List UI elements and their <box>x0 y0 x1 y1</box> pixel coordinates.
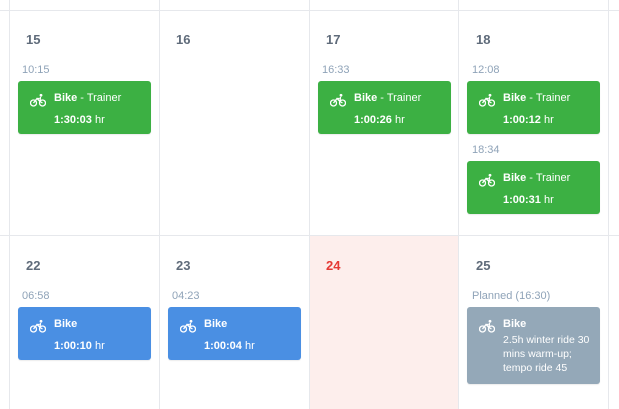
workout-type: Bike <box>503 318 527 330</box>
bike-icon <box>30 93 46 107</box>
workout-duration: 1:00:12 <box>503 114 541 126</box>
day-number: 15 <box>26 32 41 47</box>
workout-type: Bike <box>354 92 378 104</box>
bike-icon <box>30 319 46 333</box>
workout-time: 04:23 <box>172 290 200 302</box>
bike-icon <box>180 319 196 333</box>
day-number: 25 <box>476 258 491 273</box>
workout-time: 06:58 <box>22 290 50 302</box>
grid-divider <box>9 0 10 409</box>
grid-divider <box>0 235 619 236</box>
workout-subtype: - Trainer <box>377 92 422 104</box>
workout-time: 10:15 <box>22 64 50 76</box>
bike-icon <box>479 93 495 107</box>
workout-card[interactable]: Bike - Trainer 1:00:26 hr <box>318 81 451 134</box>
planned-time: Planned (16:30) <box>472 290 551 302</box>
day-number: 22 <box>26 258 41 273</box>
day-number: 23 <box>176 258 191 273</box>
workout-duration: 1:00:04 <box>204 340 242 352</box>
planned-description: 2.5h winter ride 30 mins warm-up; tempo … <box>503 334 590 374</box>
duration-unit: hr <box>91 340 105 352</box>
workout-time: 18:34 <box>472 144 500 156</box>
workout-duration: 1:30:03 <box>54 114 92 126</box>
workout-type: Bike <box>503 92 527 104</box>
workout-card[interactable]: Bike 1:00:10 hr <box>18 307 151 360</box>
workout-type: Bike <box>204 318 228 330</box>
workout-duration: 1:00:31 <box>503 194 541 206</box>
workout-type: Bike <box>503 172 527 184</box>
workout-subtype: - Trainer <box>526 172 571 184</box>
duration-unit: hr <box>391 114 405 126</box>
day-number-today: 24 <box>326 258 341 273</box>
workout-subtype: - Trainer <box>526 92 571 104</box>
bike-icon <box>479 319 495 333</box>
duration-unit: hr <box>540 194 554 206</box>
workout-card[interactable]: Bike - Trainer 1:00:31 hr <box>467 161 600 214</box>
workout-type: Bike <box>54 318 78 330</box>
day-number: 16 <box>176 32 191 47</box>
grid-divider <box>159 0 160 409</box>
duration-unit: hr <box>91 114 105 126</box>
workout-card[interactable]: Bike - Trainer 1:30:03 hr <box>18 81 151 134</box>
duration-unit: hr <box>540 114 554 126</box>
workout-card[interactable]: Bike - Trainer 1:00:12 hr <box>467 81 600 134</box>
workout-type: Bike <box>54 92 78 104</box>
day-number: 18 <box>476 32 491 47</box>
planned-workout-card[interactable]: Bike 2.5h winter ride 30 mins warm-up; t… <box>467 307 600 384</box>
workout-time: 12:08 <box>472 64 500 76</box>
day-number: 17 <box>326 32 341 47</box>
bike-icon <box>479 173 495 187</box>
grid-divider <box>608 0 609 409</box>
bike-icon <box>330 93 346 107</box>
workout-duration: 1:00:10 <box>54 340 92 352</box>
duration-unit: hr <box>241 340 255 352</box>
workout-time: 16:33 <box>322 64 350 76</box>
workout-card[interactable]: Bike 1:00:04 hr <box>168 307 301 360</box>
workout-duration: 1:00:26 <box>354 114 392 126</box>
grid-divider <box>458 0 459 409</box>
grid-divider <box>0 10 619 11</box>
workout-subtype: - Trainer <box>77 92 122 104</box>
grid-divider <box>309 0 310 409</box>
